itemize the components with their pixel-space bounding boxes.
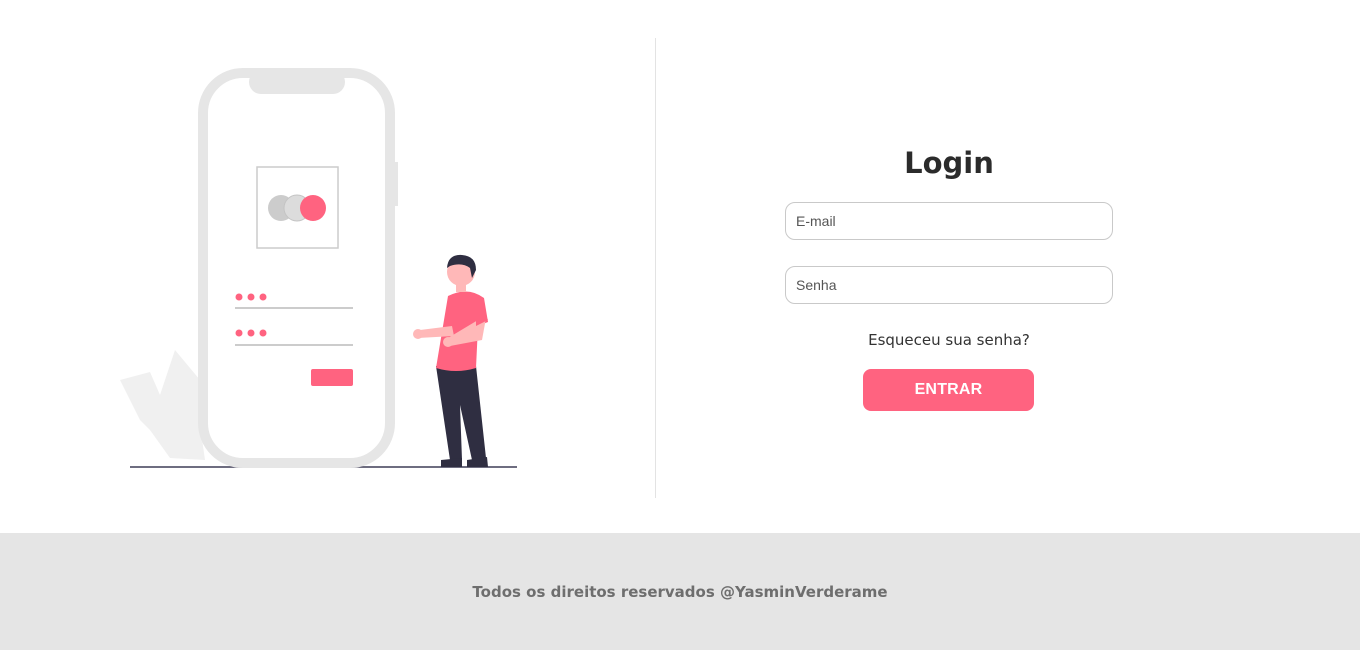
- vertical-divider: [655, 38, 656, 498]
- phone-person-illustration: [120, 68, 517, 468]
- main-section: Login Esqueceu sua senha? ENTRAR: [0, 0, 1360, 533]
- leaf-decoration: [120, 350, 205, 460]
- footer-copyright: Todos os direitos reservados @YasminVerd…: [472, 583, 888, 601]
- login-submit-button[interactable]: ENTRAR: [863, 369, 1034, 411]
- email-field[interactable]: [785, 202, 1113, 240]
- login-title: Login: [904, 146, 994, 180]
- footer: Todos os direitos reservados @YasminVerd…: [0, 533, 1360, 650]
- password-field[interactable]: [785, 266, 1113, 304]
- forgot-password-link[interactable]: Esqueceu sua senha?: [785, 330, 1113, 350]
- login-page: Login Esqueceu sua senha? ENTRAR Todos o…: [0, 0, 1360, 650]
- login-illustration: [0, 0, 655, 533]
- person-figure: [413, 254, 488, 467]
- phone-icon: [198, 68, 398, 468]
